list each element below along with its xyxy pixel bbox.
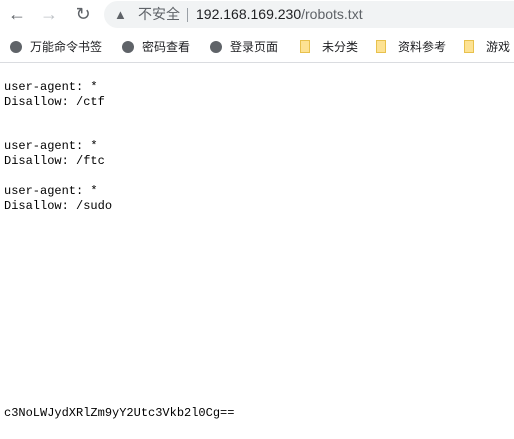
forward-button[interactable]: → xyxy=(38,4,60,25)
back-button[interactable]: ← xyxy=(6,4,28,25)
bookmark-folder-reference[interactable]: 资料参考 xyxy=(376,38,446,55)
url-path: /robots.txt xyxy=(301,6,363,22)
address-bar[interactable]: ▲ 不安全 192.168.169.230/robots.txt xyxy=(104,1,514,28)
bookmark-label: 密码查看 xyxy=(142,40,191,54)
bookmark-folder-games[interactable]: 游戏 xyxy=(464,38,510,55)
bookmark-folder-uncategorized[interactable]: 未分类 xyxy=(300,38,358,55)
folder-icon xyxy=(464,40,474,53)
bookmark-label: 万能命令书签 xyxy=(30,40,103,54)
bookmark-label: 未分类 xyxy=(322,40,359,54)
reload-button[interactable]: ↻ xyxy=(72,4,94,25)
bookmark-wanneng[interactable]: 万能命令书签 xyxy=(10,38,102,55)
folder-icon xyxy=(300,40,310,53)
bookmark-label: 登录页面 xyxy=(230,40,279,54)
security-label[interactable]: 不安全 xyxy=(138,1,180,28)
folder-icon xyxy=(376,40,386,53)
globe-icon xyxy=(210,40,222,53)
browser-toolbar: ← → ↻ ▲ 不安全 192.168.169.230/robots.txt xyxy=(0,0,514,30)
globe-icon xyxy=(10,40,22,53)
robots-block: user-agent: * Disallow: /ctf xyxy=(4,80,105,109)
bookmarks-bar: 万能命令书签 密码查看 登录页面 未分类 资料参考 游戏 xyxy=(0,30,514,63)
bookmark-label: 游戏 xyxy=(486,40,511,54)
bookmark-label: 资料参考 xyxy=(398,40,447,54)
warning-icon[interactable]: ▲ xyxy=(114,1,127,28)
encoded-string: c3NoLWJydXRlZm9yY2Utc3Vkb2l0Cg== xyxy=(4,406,235,420)
url-text[interactable]: 192.168.169.230/robots.txt xyxy=(196,1,363,28)
globe-icon xyxy=(122,40,134,53)
bookmark-login[interactable]: 登录页面 xyxy=(210,38,278,55)
bookmark-password[interactable]: 密码查看 xyxy=(122,38,190,55)
divider xyxy=(187,8,188,22)
url-host: 192.168.169.230 xyxy=(196,6,302,22)
robots-block: user-agent: * Disallow: /ftc xyxy=(4,139,105,168)
robots-block: user-agent: * Disallow: /sudo xyxy=(4,184,113,213)
